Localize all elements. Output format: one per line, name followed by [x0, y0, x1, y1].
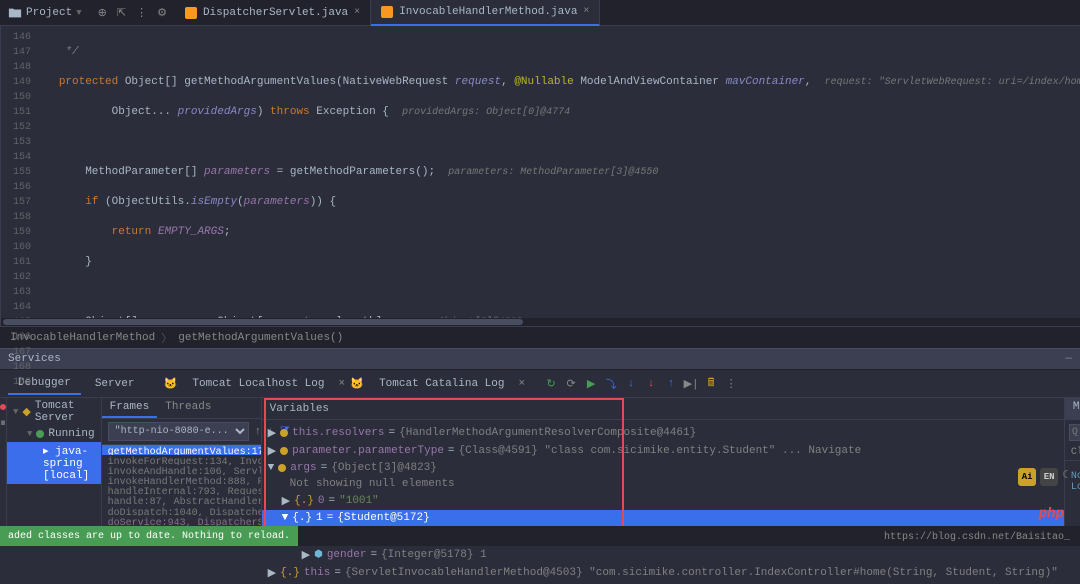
close-icon[interactable]: × [583, 6, 589, 17]
project-label: Project [26, 7, 72, 19]
rerun-icon[interactable]: ↻ [543, 376, 559, 392]
evaluate-icon[interactable]: 🖩 [703, 376, 719, 392]
thread-selector[interactable]: "http-nio-8080-e... [108, 422, 249, 441]
tab-frames[interactable]: Frames [102, 398, 158, 418]
tab-catalina-log[interactable]: Tomcat Catalina Log [369, 374, 514, 394]
stack-frame[interactable]: doService:943, DispatcherServlet (org. [102, 516, 261, 526]
breadcrumb[interactable]: InvocableHandlerMethod 〉 getMethodArgume… [0, 326, 1080, 348]
code-editor[interactable]: 146147148149 150151152153 154155156157 1… [1, 26, 1080, 326]
project-tool-button[interactable]: Project ▼ [0, 6, 90, 20]
java-file-icon [185, 7, 197, 19]
stop-icon[interactable] [0, 404, 6, 410]
tab-server[interactable]: Server [85, 374, 145, 394]
force-step-icon[interactable]: ↓ [643, 376, 659, 392]
php-watermark: php [1039, 506, 1064, 522]
tab-threads[interactable]: Threads [157, 398, 219, 418]
memory-search-input[interactable] [1069, 424, 1080, 441]
stack-frame[interactable]: doDispatch:1040, DispatcherServlet (or [102, 506, 261, 516]
collapse-icon[interactable]: ⋮ [136, 6, 147, 20]
tomcat-icon: 🐱 [162, 376, 178, 392]
more-icon[interactable]: ⋮ [723, 376, 739, 392]
stack-frame[interactable]: handle:87, AbstractHandlerMethodAda [102, 495, 261, 505]
tab-dispatcher[interactable]: DispatcherServlet.java × [175, 0, 371, 26]
tab-label: DispatcherServlet.java [203, 7, 348, 19]
close-tab-icon[interactable]: × [338, 378, 345, 390]
java-file-icon [381, 6, 393, 18]
variables-header: Variables [262, 398, 1064, 420]
tab-invocable[interactable]: InvocableHandlerMethod.java × [371, 0, 600, 26]
expand-icon[interactable]: ⇱ [117, 6, 126, 20]
blog-watermark: https://blog.csdn.net/Baisitao_ [884, 532, 1070, 543]
code-area[interactable]: */ protected Object[] getMethodArgumentV… [39, 26, 1080, 326]
close-tab-icon[interactable]: × [518, 378, 525, 390]
status-message: aded classes are up to date. Nothing to … [0, 526, 298, 546]
step-out-icon[interactable]: ↑ [663, 376, 679, 392]
prev-frame-icon[interactable]: ↑ [255, 426, 262, 438]
pause-icon[interactable]: ⏸ [0, 418, 6, 430]
tab-localhost-log[interactable]: Tomcat Localhost Log [182, 374, 334, 394]
target-icon[interactable]: ⊕ [98, 6, 107, 20]
tab-memory[interactable]: Memory [1065, 398, 1080, 419]
minimize-icon[interactable]: — [1065, 353, 1072, 365]
close-icon[interactable]: × [354, 7, 360, 18]
stack-frame[interactable]: getMethodArgumentValues:178, Invoca [102, 445, 261, 455]
run-config-tree[interactable]: ▼◆Tomcat Server ▼Running ▸ java-spring [… [7, 398, 102, 546]
step-over-icon[interactable]: ⤵ [603, 376, 619, 392]
stack-frame[interactable]: invokeAndHandle:106, ServletInvocabl [102, 465, 261, 475]
variables-tree[interactable]: ▶this.resolvers={HandlerMethodArgumentRe… [262, 420, 1064, 584]
stack-frame[interactable]: invokeHandlerMethod:888, RequestMa [102, 475, 261, 485]
settings-icon[interactable]: ⚙ [157, 6, 167, 20]
services-panel-header[interactable]: Services — [0, 348, 1080, 370]
moon-icon: ☾ [1062, 468, 1072, 486]
resume-icon[interactable]: ▶ [583, 376, 599, 392]
tab-label: InvocableHandlerMethod.java [399, 6, 577, 18]
refresh-icon[interactable]: ⟳ [563, 376, 579, 392]
stack-frame[interactable]: handleInternal:793, RequestMappingHa [102, 485, 261, 495]
step-into-icon[interactable]: ↓ [623, 376, 639, 392]
ai-badge: Ai [1018, 468, 1036, 486]
lang-badge: EN [1040, 468, 1058, 486]
run-to-cursor-icon[interactable]: ▶| [683, 376, 699, 392]
debug-side-toolbar: ⏸ [0, 398, 7, 546]
line-gutter: 146147148149 150151152153 154155156157 1… [1, 26, 39, 326]
tomcat-icon: 🐱 [349, 376, 365, 392]
horizontal-scrollbar[interactable] [1, 318, 1080, 326]
stack-frame[interactable]: invokeForRequest:134, InvocableHandl [102, 455, 261, 465]
